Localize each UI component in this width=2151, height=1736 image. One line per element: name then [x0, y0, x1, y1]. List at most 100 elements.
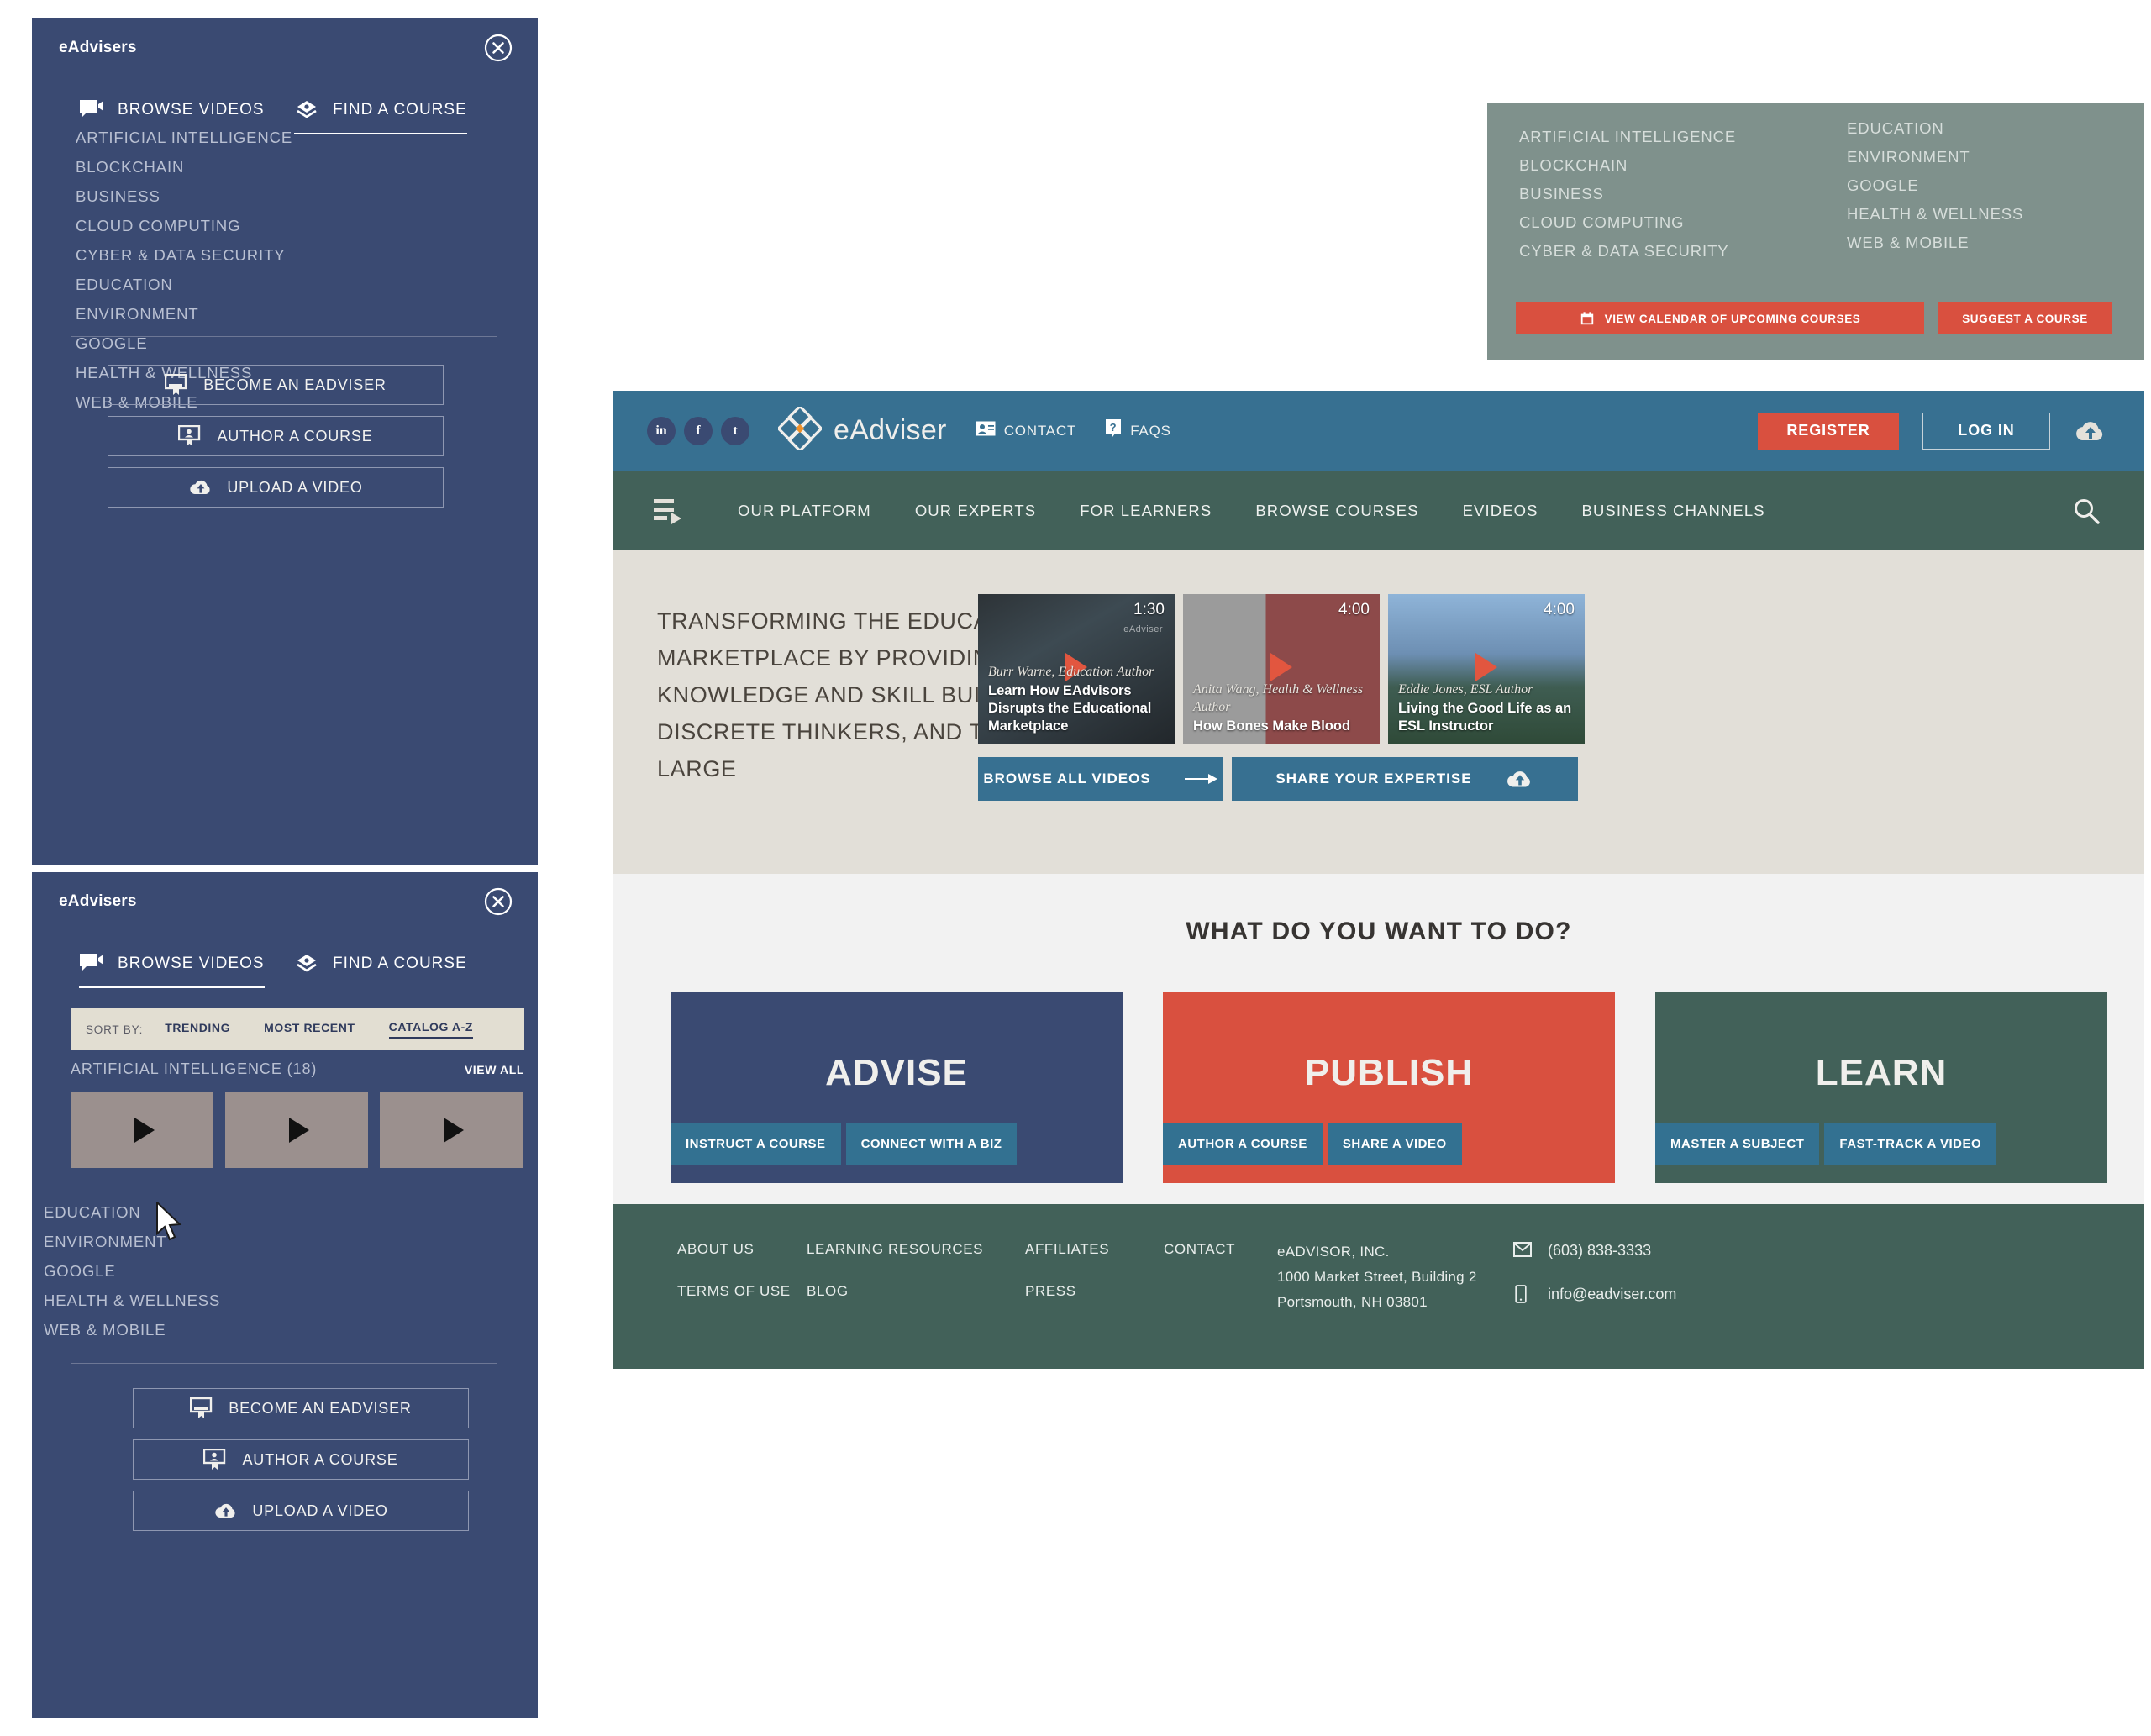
- nav-item-browse-courses[interactable]: BROWSE COURSES: [1233, 502, 1440, 520]
- search-icon[interactable]: [2072, 497, 2101, 525]
- brand-logo[interactable]: eAdviser: [776, 404, 947, 455]
- course-category-item-2[interactable]: BUSINESS: [76, 181, 292, 211]
- course-category-item-1[interactable]: BLOCKCHAIN: [76, 152, 292, 181]
- become-an-eadviser-button[interactable]: BECOME AN EADVISER: [108, 365, 444, 405]
- flyout-category-left-4[interactable]: CYBER & DATA SECURITY: [1519, 237, 1736, 266]
- choice-publish-button-0[interactable]: AUTHOR A COURSE: [1163, 1123, 1323, 1165]
- footer-address: eADVISOR, INC. 1000 Market Street, Build…: [1277, 1239, 1477, 1315]
- footer-link-terms-of-use[interactable]: TERMS OF USE: [677, 1283, 791, 1300]
- sort-option-1[interactable]: MOST RECENT: [264, 1021, 355, 1038]
- choice-card-advise[interactable]: ADVISE INSTRUCT A COURSE CONNECT WITH A BI…: [671, 992, 1123, 1183]
- video-thumbnail-2[interactable]: [380, 1092, 523, 1168]
- flyout-category-right-2[interactable]: GOOGLE: [1847, 171, 2023, 200]
- flyout-category-right-3[interactable]: HEALTH & WELLNESS: [1847, 200, 2023, 229]
- register-button[interactable]: REGISTER: [1758, 412, 1899, 450]
- footer-link-blog[interactable]: BLOG: [807, 1283, 983, 1300]
- current-category-label: ARTIFICIAL INTELLIGENCE (18): [71, 1060, 318, 1077]
- contact-card-icon: [976, 421, 996, 440]
- close-icon[interactable]: [482, 32, 514, 64]
- header-link-contact[interactable]: CONTACT: [976, 421, 1077, 440]
- video-category-item-0[interactable]: EDUCATION: [44, 1197, 220, 1227]
- cloud-upload-icon[interactable]: [2074, 418, 2107, 444]
- footer-email: info@eadviser.com: [1548, 1285, 1677, 1302]
- course-category-item-6[interactable]: ENVIRONMENT: [76, 299, 292, 329]
- choice-buttons: AUTHOR A COURSE SHARE A VIDEO: [1163, 1123, 1462, 1165]
- footer-contact-details: (603) 838-3333 info@eadviser.com: [1512, 1239, 1676, 1327]
- footer-link-about-us[interactable]: ABOUT US: [677, 1241, 791, 1258]
- suggest-course-button[interactable]: SUGGEST A COURSE: [1938, 302, 2112, 334]
- video-category-item-1[interactable]: ENVIRONMENT: [44, 1227, 220, 1256]
- nav-item-our-platform[interactable]: OUR PLATFORM: [716, 502, 893, 520]
- choice-learn-button-1[interactable]: FAST-TRACK A VIDEO: [1824, 1123, 1997, 1165]
- login-button[interactable]: LOG IN: [1922, 412, 2050, 450]
- tab-find-a-course[interactable]: FIND A COURSE: [294, 99, 467, 134]
- course-category-item-7[interactable]: GOOGLE: [76, 329, 292, 358]
- course-category-item-0[interactable]: ARTIFICIAL INTELLIGENCE: [76, 123, 292, 152]
- video-category-item-4[interactable]: WEB & MOBILE: [44, 1315, 220, 1344]
- flyout-category-left-2[interactable]: BUSINESS: [1519, 180, 1736, 208]
- course-category-item-4[interactable]: CYBER & DATA SECURITY: [76, 240, 292, 270]
- video-thumbnail-0[interactable]: [71, 1092, 213, 1168]
- brand-name: eAdviser: [834, 414, 947, 446]
- choice-advise-button-0[interactable]: INSTRUCT A COURSE: [671, 1123, 841, 1165]
- video-card-2[interactable]: 4:00 Eddie Jones, ESL Author Living the Go…: [1388, 594, 1585, 744]
- video-card-1[interactable]: 4:00 Anita Wang, Health & Wellness Author…: [1183, 594, 1380, 744]
- facebook-icon[interactable]: f: [684, 416, 713, 445]
- view-all-link[interactable]: VIEW ALL: [465, 1063, 524, 1076]
- tab-find-a-course[interactable]: FIND A COURSE: [294, 953, 467, 986]
- certificate-board-icon: [190, 1397, 213, 1419]
- footer-link-press[interactable]: PRESS: [1025, 1283, 1109, 1300]
- nav-item-our-experts[interactable]: OUR EXPERTS: [893, 502, 1058, 520]
- flyout-category-left-1[interactable]: BLOCKCHAIN: [1519, 151, 1736, 180]
- view-calendar-button[interactable]: VIEW CALENDAR OF UPCOMING COURSES: [1516, 302, 1924, 334]
- tab-browse-videos[interactable]: BROWSE VIDEOS: [79, 953, 265, 988]
- video-category-item-2[interactable]: GOOGLE: [44, 1256, 220, 1286]
- become-an-eadviser-button-2[interactable]: BECOME AN EADVISER: [133, 1388, 469, 1428]
- footer-phone: (603) 838-3333: [1548, 1241, 1652, 1259]
- nav-item-evideos[interactable]: EVIDEOS: [1441, 502, 1560, 520]
- flyout-category-right-0[interactable]: EDUCATION: [1847, 114, 2023, 143]
- playlist-menu-icon[interactable]: [652, 497, 684, 525]
- video-duration: 1:30: [1133, 601, 1165, 618]
- flyout-category-right-4[interactable]: WEB & MOBILE: [1847, 229, 2023, 257]
- sort-option-0[interactable]: TRENDING: [165, 1021, 230, 1038]
- video-thumbnail-1[interactable]: [225, 1092, 368, 1168]
- author-a-course-button-2[interactable]: AUTHOR A COURSE: [133, 1439, 469, 1480]
- author-a-course-button[interactable]: AUTHOR A COURSE: [108, 416, 444, 456]
- flyout-category-left-3[interactable]: CLOUD COMPUTING: [1519, 208, 1736, 237]
- certificate-board-icon: [165, 373, 188, 396]
- close-icon[interactable]: [482, 886, 514, 918]
- play-icon: [289, 1118, 309, 1143]
- diamond-cluster-logo: [776, 404, 823, 455]
- video-author: Anita Wang, Health & Wellness Author: [1193, 682, 1363, 714]
- upload-a-video-button[interactable]: UPLOAD A VIDEO: [108, 467, 444, 508]
- footer-phone-row[interactable]: (603) 838-3333: [1512, 1239, 1676, 1261]
- featured-video-row: 1:30 Burr Warne, Education Author Learn Ho…: [978, 594, 1585, 744]
- choice-buttons: MASTER A SUBJECT FAST-TRACK A VIDEO: [1655, 1123, 1997, 1165]
- share-expertise-button[interactable]: SHARE YOUR EXPERTISE: [1232, 757, 1578, 801]
- svg-text:?: ?: [1110, 421, 1118, 434]
- sort-option-2[interactable]: CATALOG A-Z: [388, 1020, 474, 1039]
- tumblr-icon[interactable]: t: [721, 416, 749, 445]
- choice-learn-button-0[interactable]: MASTER A SUBJECT: [1655, 1123, 1820, 1165]
- footer-link-learning-resources[interactable]: LEARNING RESOURCES: [807, 1241, 983, 1258]
- choice-card-learn[interactable]: LEARN MASTER A SUBJECT FAST-TRACK A VIDEO: [1655, 992, 2107, 1183]
- choice-publish-button-1[interactable]: SHARE A VIDEO: [1327, 1123, 1462, 1165]
- header-link-faqs[interactable]: ? FAQS: [1105, 418, 1171, 443]
- linkedin-icon[interactable]: in: [647, 416, 676, 445]
- footer-link-affiliates[interactable]: AFFILIATES: [1025, 1241, 1109, 1258]
- choice-card-publish[interactable]: PUBLISH AUTHOR A COURSE SHARE A VIDEO: [1163, 992, 1615, 1183]
- video-card-0[interactable]: 1:30 Burr Warne, Education Author Learn Ho…: [978, 594, 1175, 744]
- upload-a-video-button-2[interactable]: UPLOAD A VIDEO: [133, 1491, 469, 1531]
- nav-item-business-channels[interactable]: BUSINESS CHANNELS: [1560, 502, 1787, 520]
- flyout-category-left-0[interactable]: ARTIFICIAL INTELLIGENCE: [1519, 123, 1736, 151]
- footer-email-row[interactable]: info@eadviser.com: [1512, 1283, 1676, 1305]
- course-category-item-3[interactable]: CLOUD COMPUTING: [76, 211, 292, 240]
- nav-item-for-learners[interactable]: FOR LEARNERS: [1058, 502, 1233, 520]
- browse-all-videos-button[interactable]: BROWSE ALL VIDEOS: [978, 757, 1223, 801]
- panel-title: eAdvisers: [59, 39, 137, 56]
- course-category-item-5[interactable]: EDUCATION: [76, 270, 292, 299]
- video-category-item-3[interactable]: HEALTH & WELLNESS: [44, 1286, 220, 1315]
- choice-advise-button-1[interactable]: CONNECT WITH A BIZ: [845, 1123, 1018, 1165]
- flyout-category-right-1[interactable]: ENVIRONMENT: [1847, 143, 2023, 171]
